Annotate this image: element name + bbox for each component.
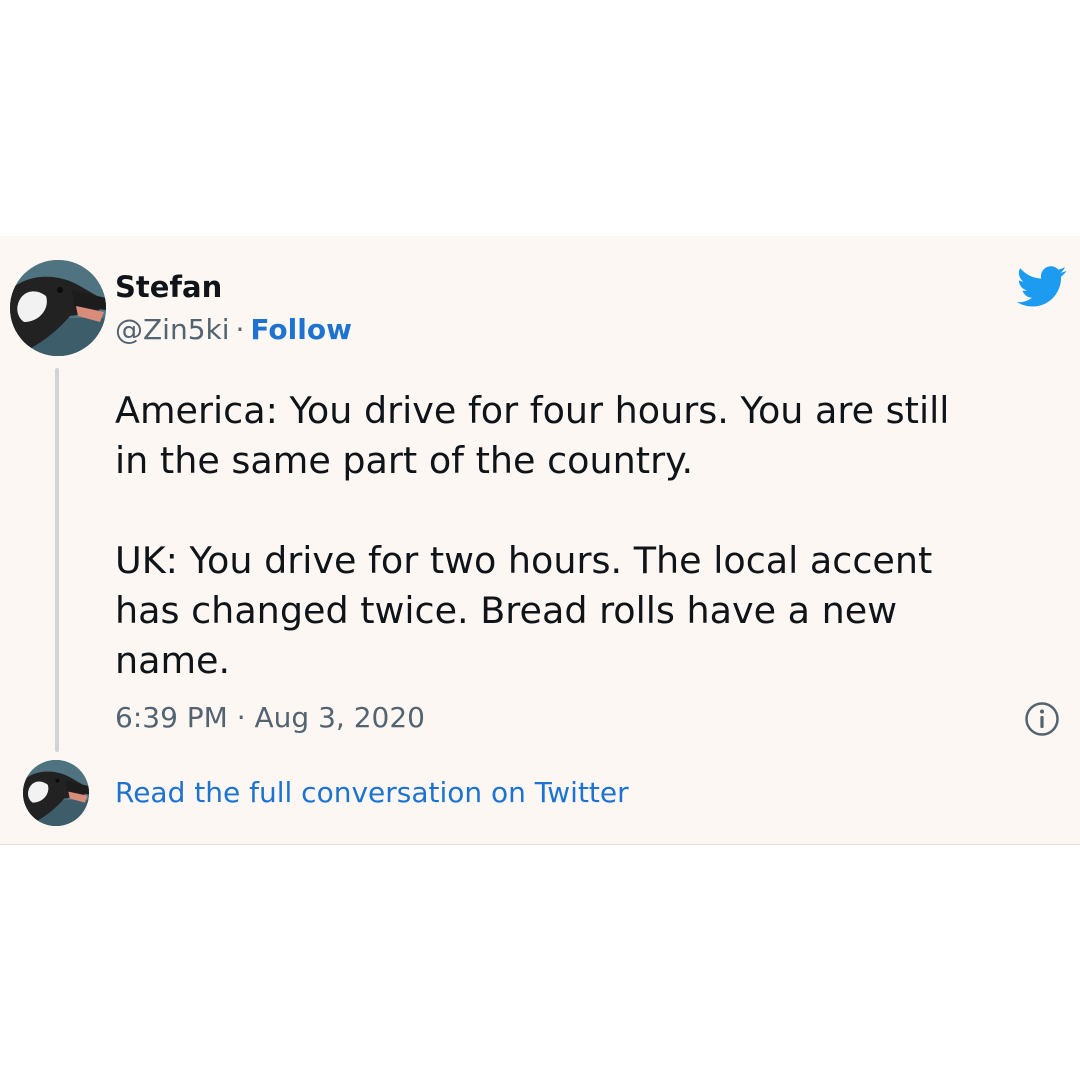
author-avatar[interactable]	[10, 260, 106, 356]
author-handle-row: @Zin5ki · Follow	[115, 313, 352, 347]
author-handle[interactable]: @Zin5ki	[115, 313, 230, 346]
separator-dot: ·	[235, 313, 245, 346]
tweet-timestamp[interactable]: 6:39 PM · Aug 3, 2020	[115, 701, 425, 735]
reader-avatar	[23, 760, 89, 826]
thread-line	[55, 368, 59, 752]
read-full-conversation-link[interactable]: Read the full conversation on Twitter	[115, 776, 629, 810]
tweet-card: Stefan @Zin5ki · Follow America: You drive…	[0, 236, 1080, 845]
twitter-bird-icon[interactable]	[1016, 266, 1068, 308]
info-icon[interactable]	[1024, 701, 1060, 737]
tweet-text: America: You drive for four hours. You a…	[115, 389, 950, 682]
author-name[interactable]: Stefan	[115, 270, 222, 304]
follow-button[interactable]: Follow	[250, 313, 352, 346]
